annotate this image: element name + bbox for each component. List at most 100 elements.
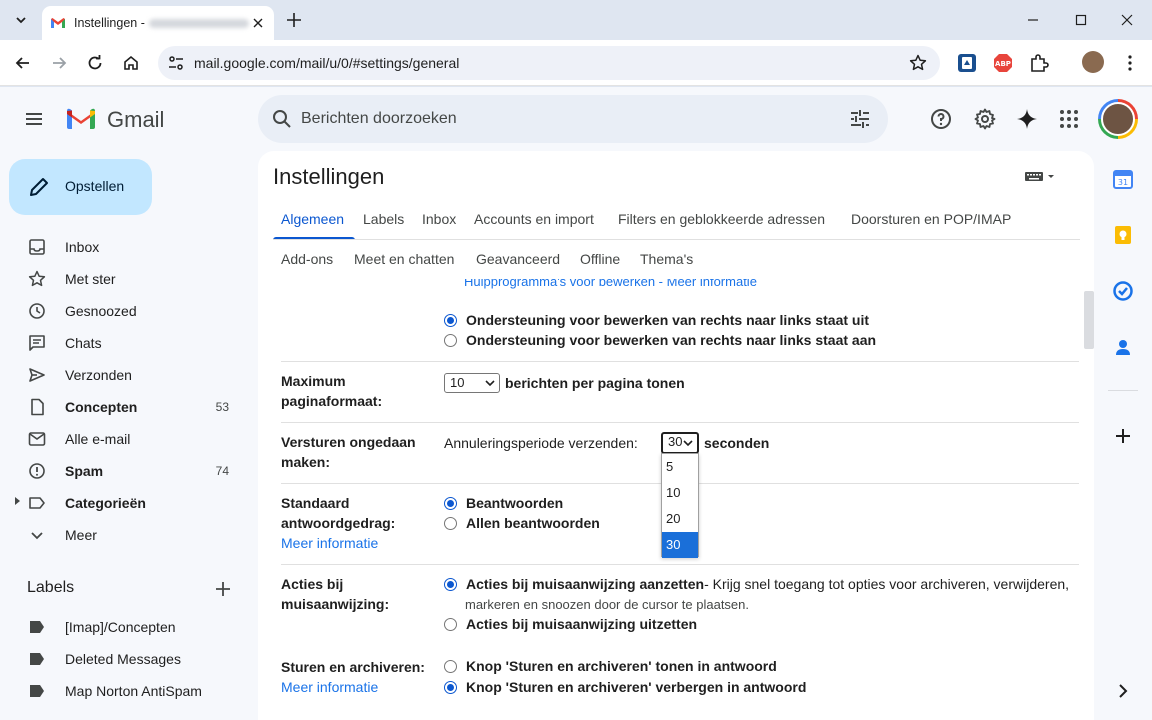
tasks-icon[interactable]: [1112, 280, 1134, 302]
home-button[interactable]: [119, 51, 143, 75]
maximize-button[interactable]: [1070, 9, 1092, 31]
get-add-ons-plus-icon[interactable]: [1112, 425, 1134, 447]
adblock-plus-icon[interactable]: ABP: [992, 52, 1014, 74]
nav-item-inbox[interactable]: Inbox: [0, 231, 256, 263]
undo-send-period-select[interactable]: 30: [661, 432, 699, 454]
hover-on-option[interactable]: Acties bij muisaanwijzing aanzetten - Kr…: [444, 574, 1069, 594]
nav-item-label: Met ster: [65, 271, 116, 287]
extensions-puzzle-icon[interactable]: [1028, 52, 1050, 74]
new-tab-plus-icon[interactable]: [284, 10, 304, 30]
tab-labels[interactable]: Labels: [355, 199, 412, 239]
chevron-right-icon[interactable]: [1112, 680, 1134, 702]
period-option[interactable]: 10: [662, 480, 698, 506]
keep-icon[interactable]: [1112, 224, 1134, 246]
url-text[interactable]: mail.google.com/mail/u/0/#settings/gener…: [194, 55, 459, 71]
reply-more-info-link[interactable]: Meer informatie: [281, 535, 378, 551]
label-item[interactable]: Deleted Messages: [0, 643, 256, 675]
calendar-icon[interactable]: 31: [1112, 168, 1134, 190]
close-icon[interactable]: [250, 15, 266, 31]
reply-option[interactable]: Beantwoorden: [444, 493, 563, 513]
send-archive-show-option[interactable]: Knop 'Sturen en archiveren' tonen in ant…: [444, 656, 777, 676]
help-icon[interactable]: [929, 107, 953, 131]
tab-offline[interactable]: Offline: [572, 239, 628, 279]
nav-item-chats[interactable]: Chats: [0, 327, 256, 359]
expand-caret-icon[interactable]: [15, 497, 20, 505]
browser-menu-button[interactable]: [1120, 52, 1140, 74]
browser-tabstrip: Instellingen -: [0, 0, 1152, 40]
send-archive-more-info-link[interactable]: Meer informatie: [281, 679, 378, 695]
main-menu-icon[interactable]: [22, 107, 46, 131]
mail-search-bar[interactable]: Berichten doorzoeken: [258, 95, 888, 143]
label-item[interactable]: Map Norton AntiSpam: [0, 675, 256, 707]
tab-inbox[interactable]: Inbox: [414, 199, 464, 239]
tab-add-ons[interactable]: Add-ons: [273, 239, 341, 279]
minimize-button[interactable]: [1022, 9, 1044, 31]
address-bar[interactable]: mail.google.com/mail/u/0/#settings/gener…: [158, 46, 940, 80]
back-button[interactable]: [11, 51, 35, 75]
settings-scrollbar-thumb[interactable]: [1084, 291, 1094, 349]
compose-button[interactable]: Opstellen: [9, 159, 152, 215]
tab-filters[interactable]: Filters en geblokkeerde adressen: [610, 199, 833, 239]
editing-tools-link[interactable]: Hulpprogramma's voor bewerken - Meer inf…: [464, 279, 757, 289]
hover-off-option[interactable]: Acties bij muisaanwijzing uitzetten: [444, 614, 697, 634]
send-archive-hide-radio[interactable]: [444, 680, 457, 694]
nav-item-starred[interactable]: Met ster: [0, 263, 256, 295]
hover-off-radio[interactable]: [444, 617, 457, 631]
apps-grid-icon[interactable]: [1057, 107, 1081, 131]
search-icon[interactable]: [270, 107, 294, 131]
reply-radio[interactable]: [444, 496, 457, 510]
hover-on-radio[interactable]: [444, 577, 457, 591]
tab-general[interactable]: Algemeen: [273, 199, 352, 239]
undo-send-period-dropdown[interactable]: 5 10 20 30: [661, 453, 699, 558]
site-info-icon[interactable]: [166, 53, 186, 73]
nav-item-sent[interactable]: Verzonden: [0, 359, 256, 391]
page-size-value: 10: [450, 375, 465, 390]
rtl-off-option[interactable]: Ondersteuning voor bewerken van rechts n…: [444, 310, 869, 330]
bookmark-star-icon[interactable]: [908, 53, 928, 73]
tab-themes[interactable]: Thema's: [632, 239, 701, 279]
tab-meet-chat[interactable]: Meet en chatten: [346, 239, 462, 279]
nav-item-categories[interactable]: Categorieën: [0, 487, 256, 519]
reply-all-option[interactable]: Allen beantwoorden: [444, 513, 600, 533]
nav-item-all-mail[interactable]: Alle e-mail: [0, 423, 256, 455]
close-window-button[interactable]: [1116, 9, 1138, 31]
period-option[interactable]: 5: [662, 454, 698, 480]
gmail-wordmark[interactable]: Gmail: [107, 107, 164, 133]
nav-item-snoozed[interactable]: Gesnoozed: [0, 295, 256, 327]
forward-button[interactable]: [47, 51, 71, 75]
browser-profile-avatar[interactable]: [1082, 51, 1104, 73]
rtl-on-radio[interactable]: [444, 333, 457, 347]
input-tools-keyboard-icon[interactable]: [1024, 169, 1058, 183]
page-size-select[interactable]: 10: [444, 373, 500, 393]
gmail-logo-icon[interactable]: [65, 107, 97, 131]
nav-item-label: Inbox: [65, 239, 100, 255]
tab-search-button[interactable]: [8, 8, 34, 32]
add-label-plus-icon[interactable]: [213, 579, 233, 599]
extension-shield-icon[interactable]: [956, 52, 978, 74]
label-item[interactable]: [Imap]/Concepten: [0, 611, 256, 643]
send-archive-hide-option[interactable]: Knop 'Sturen en archiveren' verbergen in…: [444, 677, 806, 697]
nav-item-drafts[interactable]: Concepten 53: [0, 391, 256, 423]
rtl-off-radio[interactable]: [444, 313, 457, 327]
tab-advanced[interactable]: Geavanceerd: [468, 239, 568, 279]
contacts-icon[interactable]: [1112, 336, 1134, 358]
tab-accounts-import[interactable]: Accounts en import: [466, 199, 602, 239]
search-input[interactable]: Berichten doorzoeken: [301, 110, 457, 128]
settings-gear-icon[interactable]: [973, 107, 997, 131]
period-option[interactable]: 20: [662, 506, 698, 532]
tab-forwarding-pop-imap[interactable]: Doorsturen en POP/IMAP: [843, 199, 1019, 239]
account-avatar[interactable]: [1098, 99, 1138, 139]
send-archive-show-radio[interactable]: [444, 659, 457, 673]
label-item-name: Map Norton AntiSpam: [65, 683, 202, 699]
search-options-icon[interactable]: [848, 107, 872, 131]
reply-all-radio[interactable]: [444, 516, 457, 530]
nav-item-more[interactable]: Meer: [0, 519, 256, 551]
nav-item-spam[interactable]: Spam 74: [0, 455, 256, 487]
period-option-selected[interactable]: 30: [662, 532, 698, 558]
rtl-on-option[interactable]: Ondersteuning voor bewerken van rechts n…: [444, 330, 876, 350]
gemini-sparkle-icon[interactable]: [1015, 107, 1039, 131]
hover-off-label: Acties bij muisaanwijzing uitzetten: [466, 616, 698, 632]
chevron-down-icon: [16, 17, 26, 24]
browser-tab-active[interactable]: Instellingen -: [42, 6, 274, 40]
reload-button[interactable]: [83, 51, 107, 75]
